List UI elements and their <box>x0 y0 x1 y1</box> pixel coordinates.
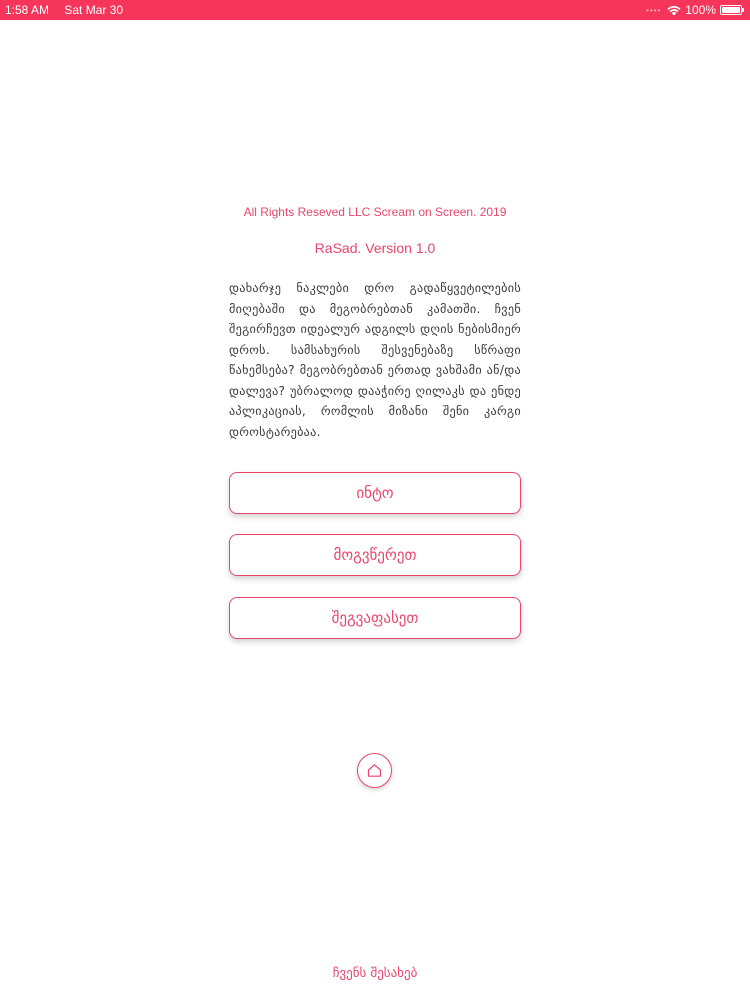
intro-button[interactable]: ინტო <box>229 472 521 514</box>
copyright-text: All Rights Reseved LLC Scream on Screen.… <box>243 205 507 219</box>
version-text: RaSad. Version 1.0 <box>314 240 436 256</box>
intro-button-label: ინტო <box>356 484 394 502</box>
write-us-button-label: მოგვწერეთ <box>333 546 417 564</box>
status-date: Sat Mar 30 <box>64 3 124 17</box>
rate-us-button-label: შეგვაფასეთ <box>331 609 419 627</box>
home-button[interactable] <box>357 753 392 788</box>
status-bar: 1:58 AM Sat Mar 30 •••• 100% <box>0 0 750 20</box>
signal-dots-icon: •••• <box>646 5 662 15</box>
status-right: •••• 100% <box>646 3 744 17</box>
write-us-button[interactable]: მოგვწერეთ <box>229 534 521 576</box>
home-icon <box>367 764 382 777</box>
wifi-icon <box>667 5 681 15</box>
status-left: 1:58 AM Sat Mar 30 <box>5 3 123 17</box>
rate-us-button[interactable]: შეგვაფასეთ <box>229 597 521 639</box>
about-us-link[interactable]: ჩვენს შესახებ <box>0 966 750 981</box>
app-description: დახარჯე ნაკლები დრო გადაწყვეტილების მიღე… <box>229 281 521 439</box>
status-time: 1:58 AM <box>5 3 50 17</box>
battery-icon <box>720 5 744 15</box>
battery-percent: 100% <box>685 3 716 17</box>
